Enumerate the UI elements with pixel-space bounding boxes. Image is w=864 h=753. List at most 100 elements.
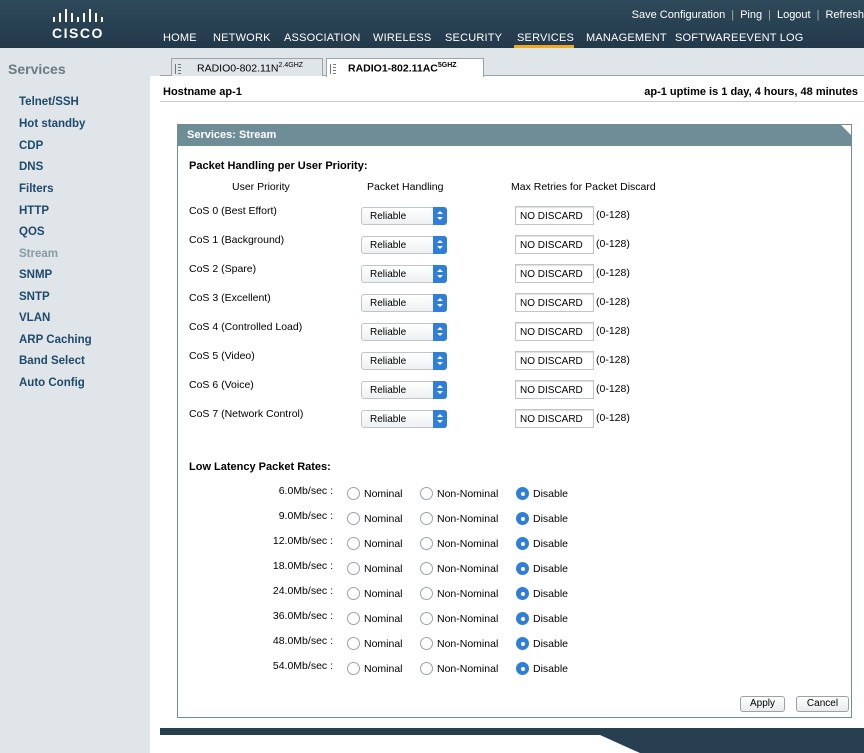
rate-radio-non-nominal[interactable] [420,512,433,525]
rate-radio-nominal[interactable] [347,587,360,600]
rate-label: 36.0Mb/sec : [272,610,333,622]
sidebar-item-stream[interactable]: Stream [19,248,58,260]
max-retries-input[interactable]: NO DISCARD [515,293,594,312]
rate-radio-non-nominal[interactable] [420,562,433,575]
max-retries-input[interactable]: NO DISCARD [515,264,594,283]
rate-radio-non-nominal[interactable] [420,637,433,650]
rate-radio-disable[interactable] [516,587,529,600]
rate-option-label: Disable [533,613,569,625]
rate-radio-nominal[interactable] [347,562,360,575]
nav-software[interactable]: SOFTWARE [675,32,739,44]
rate-radio-disable[interactable] [516,662,529,675]
sidebar-item-snmp[interactable]: SNMP [19,269,52,281]
tab-radio1[interactable]: RADIO1-802.11AC5GHZ [326,58,484,77]
nav-services[interactable]: SERVICES [517,32,574,44]
rate-radio-disable[interactable] [516,537,529,550]
ping-link[interactable]: Ping [740,9,762,21]
rate-radio-disable[interactable] [516,612,529,625]
rate-radio-non-nominal[interactable] [420,487,433,500]
select-arrows-icon [433,236,447,254]
rate-radio-disable[interactable] [516,487,529,500]
brand-name: CISCO [52,25,104,41]
rate-radio-disable[interactable] [516,562,529,575]
sidebar-item-cdp[interactable]: CDP [19,140,43,152]
max-retries-input[interactable]: NO DISCARD [515,322,594,341]
rate-radio-nominal[interactable] [347,637,360,650]
rate-option-label: Nominal [364,663,403,675]
rate-option-label: Disable [533,538,569,550]
rate-radio-nominal[interactable] [347,512,360,525]
rate-radio-disable[interactable] [516,637,529,650]
sidebar-item-telnet-ssh[interactable]: Telnet/SSH [19,96,79,108]
max-retries-input[interactable]: NO DISCARD [515,351,594,370]
refresh-link[interactable]: Refresh [825,9,864,21]
packet-handling-value: Reliable [370,298,407,309]
sidebar-title: Services [8,61,66,77]
packet-handling-select[interactable]: Reliable [361,294,447,312]
sidebar-item-sntp[interactable]: SNTP [19,291,50,303]
max-retries-input[interactable]: NO DISCARD [515,380,594,399]
packet-handling-select[interactable]: Reliable [361,410,447,428]
cisco-bars-icon [53,9,103,22]
rate-option-label: Disable [533,513,569,525]
packet-handling-value: Reliable [370,385,407,396]
save-configuration-link[interactable]: Save Configuration [632,9,726,21]
logout-link[interactable]: Logout [777,9,811,21]
sidebar-item-qos[interactable]: QOS [19,226,45,238]
packet-handling-value: Reliable [370,269,407,280]
retries-range-hint: (0-128) [596,325,630,337]
select-arrows-icon [433,352,447,370]
tab-radio0[interactable]: RADIO0-802.11N2.4GHZ [171,58,323,76]
rate-radio-nominal[interactable] [347,537,360,550]
retries-range-hint: (0-128) [596,296,630,308]
max-retries-input[interactable]: NO DISCARD [515,235,594,254]
nav-network[interactable]: NETWORK [213,32,271,44]
tab-grip-icon [175,64,181,74]
rate-option-label: Nominal [364,488,403,500]
packet-handling-select[interactable]: Reliable [361,207,447,225]
sidebar-item-filters[interactable]: Filters [19,183,54,195]
nav-event-log[interactable]: EVENT LOG [739,32,804,44]
max-retries-input[interactable]: NO DISCARD [515,409,594,428]
nav-security[interactable]: SECURITY [445,32,502,44]
rate-radio-nominal[interactable] [347,612,360,625]
packet-handling-select[interactable]: Reliable [361,236,447,254]
nav-home[interactable]: HOME [163,32,197,44]
rate-radio-disable[interactable] [516,512,529,525]
sidebar-item-dns[interactable]: DNS [19,161,43,173]
sidebar-item-http[interactable]: HTTP [19,205,49,217]
rate-radio-non-nominal[interactable] [420,662,433,675]
tab-grip-icon [330,64,336,74]
rate-radio-non-nominal[interactable] [420,537,433,550]
max-retries-input[interactable]: NO DISCARD [515,206,594,225]
rate-radio-non-nominal[interactable] [420,612,433,625]
select-arrows-icon [433,265,447,283]
rate-option-label: Nominal [364,588,403,600]
nav-management[interactable]: MANAGEMENT [586,32,667,44]
sidebar-item-vlan[interactable]: VLAN [19,312,50,324]
rate-radio-nominal[interactable] [347,487,360,500]
sidebar-item-auto-config[interactable]: Auto Config [19,377,85,389]
packet-handling-value: Reliable [370,356,407,367]
sidebar-item-hot-standby[interactable]: Hot standby [19,118,85,130]
packet-handling-select[interactable]: Reliable [361,265,447,283]
rate-label: 12.0Mb/sec : [272,535,333,547]
packet-handling-select[interactable]: Reliable [361,352,447,370]
rate-label: 24.0Mb/sec : [272,585,333,597]
select-arrows-icon [433,323,447,341]
rate-option-label: Disable [533,638,569,650]
retries-range-hint: (0-128) [596,267,630,279]
sidebar-item-arp-caching[interactable]: ARP Caching [19,334,92,346]
packet-handling-select[interactable]: Reliable [361,381,447,399]
nav-association[interactable]: ASSOCIATION [284,32,361,44]
apply-button[interactable]: Apply [740,696,785,712]
rate-radio-nominal[interactable] [347,662,360,675]
tab-radio1-label: RADIO1-802.11AC5GHZ [348,62,457,75]
nav-wireless[interactable]: WIRELESS [373,32,431,44]
packet-handling-select[interactable]: Reliable [361,323,447,341]
cos-label: CoS 7 (Network Control) [189,408,304,420]
cancel-button[interactable]: Cancel [796,696,849,712]
sidebar-item-band-select[interactable]: Band Select [19,355,85,367]
rate-option-label: Non-Nominal [437,563,499,575]
rate-radio-non-nominal[interactable] [420,587,433,600]
